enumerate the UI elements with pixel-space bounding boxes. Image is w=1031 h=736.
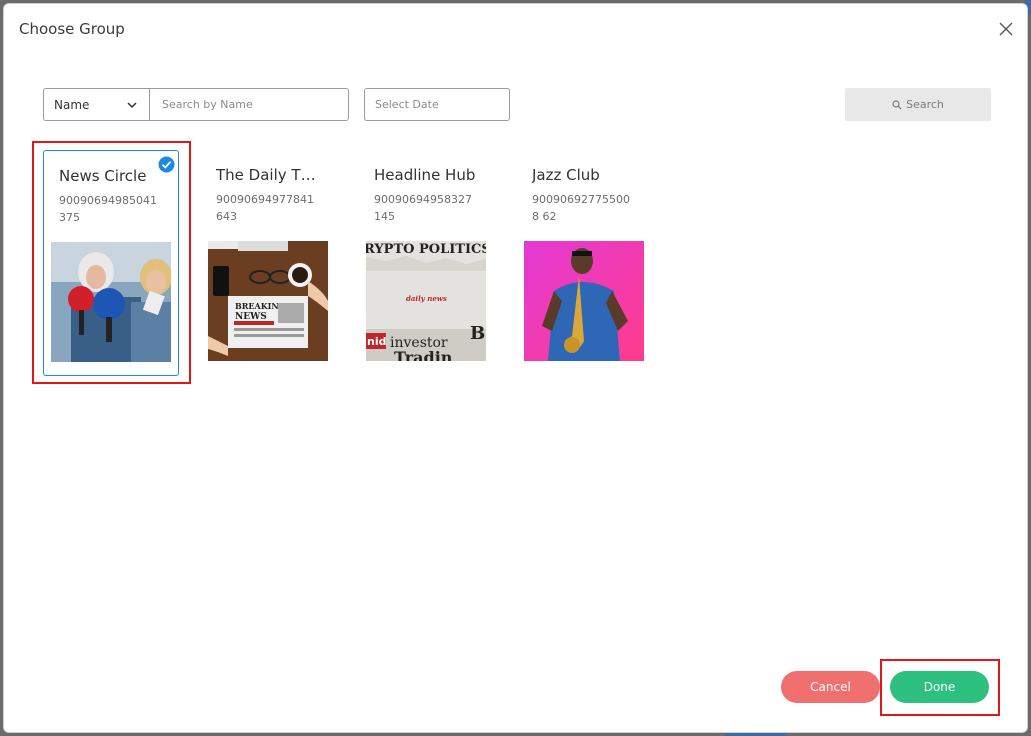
thumb-nid-text: nid xyxy=(367,335,386,348)
thumb-crypto-politics-text: RYPTO POLITICS xyxy=(366,242,486,257)
group-name: Jazz Club xyxy=(532,166,600,184)
thumb-b-text: B xyxy=(470,323,485,344)
chevron-down-icon xyxy=(127,102,137,109)
search-button[interactable]: Search xyxy=(845,88,991,121)
group-name: The Daily Thr... xyxy=(216,166,324,184)
group-phone: 900906927755008 62 xyxy=(532,193,630,223)
group-card-the-daily[interactable]: The Daily Thr... 90090694977841643 BREAK… xyxy=(201,150,337,376)
group-phone: 90090694977841643 xyxy=(216,193,314,223)
group-phone: 90090694958327145 xyxy=(374,193,472,223)
search-icon xyxy=(892,99,902,109)
group-card-headline-hub[interactable]: Headline Hub 90090694958327145 RYPTO POL… xyxy=(359,150,495,376)
group-card-jazz-club[interactable]: Jazz Club 900906927755008 62 xyxy=(517,150,653,376)
date-input[interactable] xyxy=(364,88,510,121)
thumb-news-text: NEWS xyxy=(235,312,267,322)
search-button-label: Search xyxy=(906,98,944,111)
selection-highlight-box xyxy=(32,141,191,384)
choose-group-dialog: Choose Group Name Search News Circle 900… xyxy=(3,3,1028,733)
field-select[interactable]: Name xyxy=(43,88,150,121)
thumb-trading-text: Tradin xyxy=(394,348,453,361)
group-image: RYPTO POLITICS daily news nid investor B… xyxy=(366,241,486,361)
group-image: BREAKING NEWS xyxy=(208,241,328,361)
search-input[interactable] xyxy=(149,88,349,121)
dialog-title: Choose Group xyxy=(19,20,125,38)
field-select-value: Name xyxy=(54,97,90,112)
done-highlight-box xyxy=(880,659,1000,716)
thumb-daily-news-text: daily news xyxy=(406,294,447,303)
close-icon[interactable] xyxy=(997,20,1015,38)
group-image xyxy=(524,241,644,361)
group-name: Headline Hub xyxy=(374,166,476,184)
cancel-button[interactable]: Cancel xyxy=(781,671,880,703)
